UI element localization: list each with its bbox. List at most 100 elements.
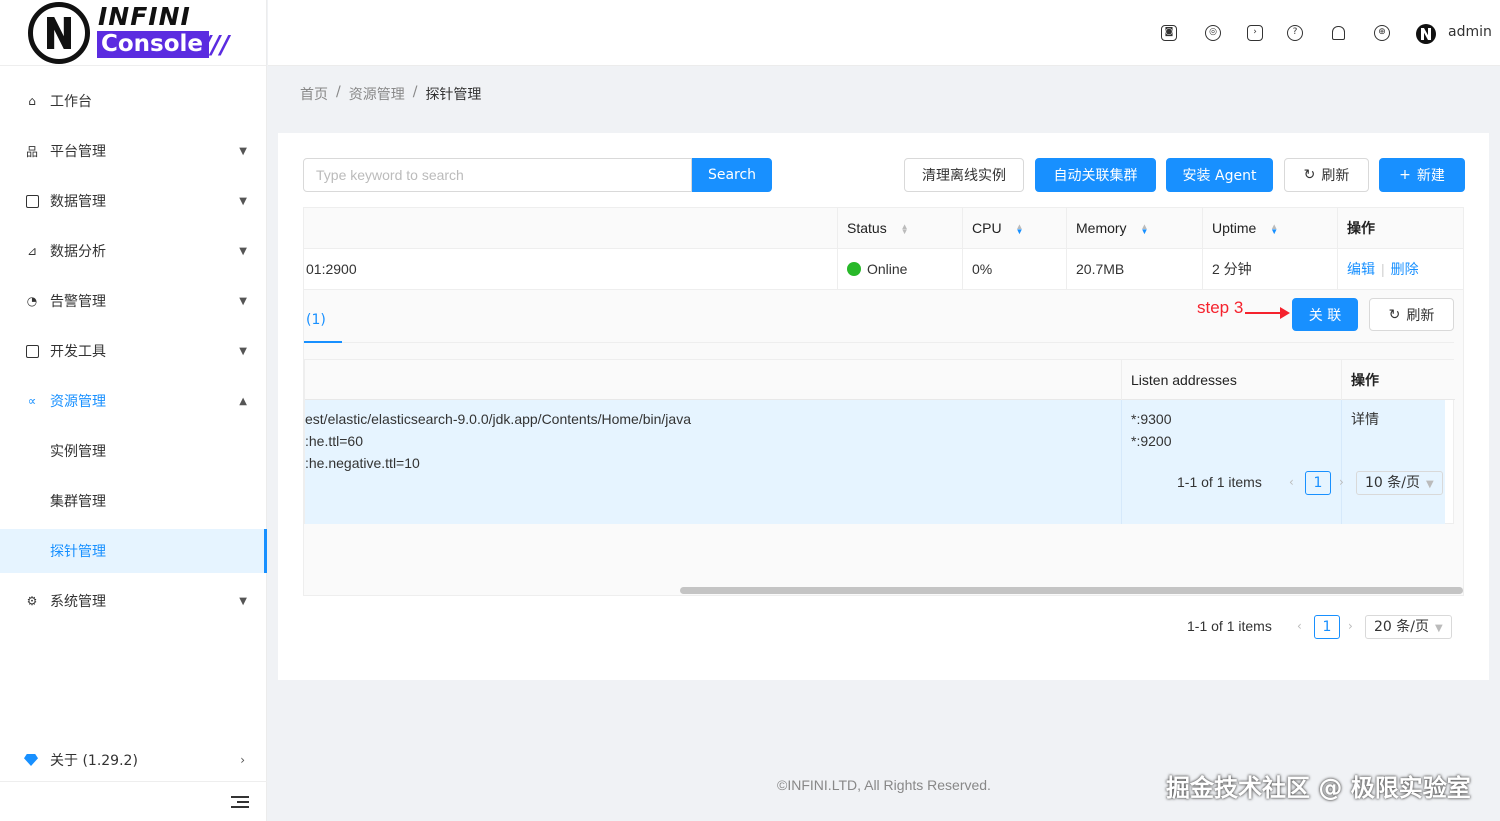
annotation-arrow-head	[1280, 307, 1290, 319]
refresh-label: 刷新	[1321, 168, 1350, 184]
chevron-left-icon[interactable]: ‹	[1297, 619, 1302, 633]
avatar[interactable]	[1416, 24, 1436, 44]
menu-label: 平台管理	[50, 144, 106, 160]
tab-divider	[304, 342, 1454, 343]
tab-processes[interactable]: (1)	[306, 312, 326, 328]
main-card: Type keyword to search Search 清理离线实例 自动关…	[278, 133, 1489, 680]
chevron-right-icon: ›	[240, 753, 245, 767]
process-table: Listen addresses 操作 est/elastic/elastics…	[304, 359, 1455, 524]
chevron-left-icon[interactable]: ‹	[1289, 475, 1294, 489]
gear-icon: ⚙	[26, 594, 38, 608]
clear-offline-button[interactable]: 清理离线实例	[904, 158, 1024, 192]
chevron-down-icon: ▼	[239, 345, 247, 357]
page-size-label: 20 条/页	[1374, 619, 1429, 635]
page-size-select[interactable]: 20 条/页 ▼	[1365, 615, 1452, 639]
menu-item-system[interactable]: ⚙ 系统管理 ▼	[0, 579, 267, 623]
breadcrumb-home[interactable]: 首页	[300, 84, 328, 104]
reload-icon: ↻	[1303, 167, 1316, 183]
username[interactable]: admin	[1448, 24, 1492, 40]
code-icon	[24, 343, 40, 359]
share-icon: ∝	[27, 394, 37, 408]
cell-cpu: 0%	[962, 249, 1066, 290]
menu-item-resource[interactable]: ∝ 资源管理 ▲	[0, 379, 267, 423]
menu-label: 数据管理	[50, 194, 106, 210]
menu-item-platform[interactable]: 品 平台管理 ▼	[0, 129, 267, 173]
cmd-line-3: :he.negative.ttl=10	[305, 455, 420, 471]
menu-item-data[interactable]: 数据管理 ▼	[0, 179, 267, 223]
th-label: Memory	[1076, 220, 1127, 236]
refresh-button[interactable]: ↻ 刷新	[1284, 158, 1369, 192]
th-actions: 操作	[1337, 208, 1463, 249]
th-process-actions: 操作	[1341, 360, 1455, 400]
chart-icon: ⊿	[26, 244, 38, 258]
cell-endpoint: 01:2900	[306, 261, 357, 277]
process-table-header: Listen addresses 操作	[305, 360, 1455, 400]
about-label: 关于 (1.29.2)	[50, 753, 138, 769]
discord-icon[interactable]: ◙	[1161, 25, 1177, 41]
status-text: Online	[867, 261, 908, 277]
chevron-right-icon[interactable]: ›	[1348, 619, 1353, 633]
detail-link[interactable]: 详情	[1351, 408, 1379, 430]
cluster-icon: 品	[25, 144, 38, 159]
bell-icon[interactable]	[1332, 26, 1345, 40]
delete-link[interactable]: 删除	[1391, 261, 1419, 277]
install-agent-button[interactable]: 安装 Agent	[1166, 158, 1273, 192]
help-icon[interactable]: ?	[1287, 25, 1303, 41]
chevron-up-icon: ▲	[239, 395, 247, 407]
menu-item-cluster[interactable]: 集群管理	[0, 479, 267, 523]
menu-item-instance[interactable]: 实例管理	[0, 429, 267, 473]
sort-icon: ▲ ▼	[1140, 222, 1149, 237]
breadcrumb-separator: /	[336, 84, 341, 100]
sort-icon: ▲ ▼	[1270, 222, 1279, 237]
top-header: ◙ ◎ › ? ⊕ admin	[268, 0, 1500, 66]
plus-icon: +	[1399, 167, 1411, 183]
th-label: Uptime	[1212, 220, 1257, 236]
tab-active-indicator	[304, 341, 342, 343]
menu-label: 开发工具	[50, 344, 106, 360]
expanded-refresh-button[interactable]: ↻ 刷新	[1369, 298, 1454, 331]
table-row[interactable]: est/elastic/elasticsearch-9.0.0/jdk.app/…	[305, 400, 1445, 524]
menu-item-workbench[interactable]: ⌂ 工作台	[0, 79, 267, 123]
divider: |	[1381, 261, 1385, 277]
breadcrumb-resource[interactable]: 资源管理	[349, 84, 405, 104]
sort-icon: ▲ ▼	[1015, 222, 1024, 237]
th-label: Status	[847, 220, 887, 236]
th-status[interactable]: Status ▲ ▼	[837, 208, 962, 249]
menu-fold-icon[interactable]	[231, 796, 249, 808]
th-memory[interactable]: Memory ▲ ▼	[1066, 208, 1202, 249]
page-1[interactable]: 1	[1314, 615, 1340, 639]
menu-label: 数据分析	[50, 244, 106, 260]
menu-item-analysis[interactable]: ⊿ 数据分析 ▼	[0, 229, 267, 273]
alarm-icon: ◔	[26, 294, 38, 308]
menu-item-alert[interactable]: ◔ 告警管理 ▼	[0, 279, 267, 323]
new-button[interactable]: + 新建	[1379, 158, 1465, 192]
chevron-down-icon: ▼	[239, 595, 247, 607]
edit-link[interactable]: 编辑	[1347, 261, 1375, 277]
table-row[interactable]: 01:2900 Online 0% 20.7MB 2 分钟 编辑 | 删除	[304, 249, 1463, 290]
about-item[interactable]: 关于 (1.29.2) ›	[0, 738, 267, 782]
logo-mark-icon	[28, 2, 90, 64]
logo[interactable]: INFINI Console ///	[0, 0, 266, 66]
inner-page-1[interactable]: 1	[1305, 471, 1331, 495]
search-input[interactable]: Type keyword to search	[303, 158, 692, 192]
diamond-icon	[24, 754, 38, 766]
menu-label: 工作台	[50, 94, 92, 110]
globe-icon[interactable]: ⊕	[1374, 25, 1390, 41]
search-button[interactable]: Search	[692, 158, 772, 192]
menu-item-devtools[interactable]: 开发工具 ▼	[0, 329, 267, 373]
inner-page-size-select[interactable]: 10 条/页 ▼	[1356, 471, 1443, 495]
chevron-right-icon[interactable]: ›	[1339, 475, 1344, 489]
logo-text-infini: INFINI	[98, 2, 191, 31]
th-label: CPU	[972, 220, 1002, 236]
cell-uptime: 2 分钟	[1202, 249, 1337, 290]
menu-item-probe[interactable]: 探针管理	[0, 529, 267, 573]
horizontal-scrollbar[interactable]	[680, 587, 1463, 594]
sort-icon: ▲ ▼	[900, 222, 909, 237]
th-cpu[interactable]: CPU ▲ ▼	[962, 208, 1066, 249]
th-uptime[interactable]: Uptime ▲ ▼	[1202, 208, 1337, 249]
home-icon: ⌂	[28, 94, 36, 108]
terminal-icon[interactable]: ›	[1247, 25, 1263, 41]
auto-associate-button[interactable]: 自动关联集群	[1035, 158, 1156, 192]
associate-button[interactable]: 关 联	[1292, 298, 1358, 331]
github-icon[interactable]: ◎	[1205, 25, 1221, 41]
